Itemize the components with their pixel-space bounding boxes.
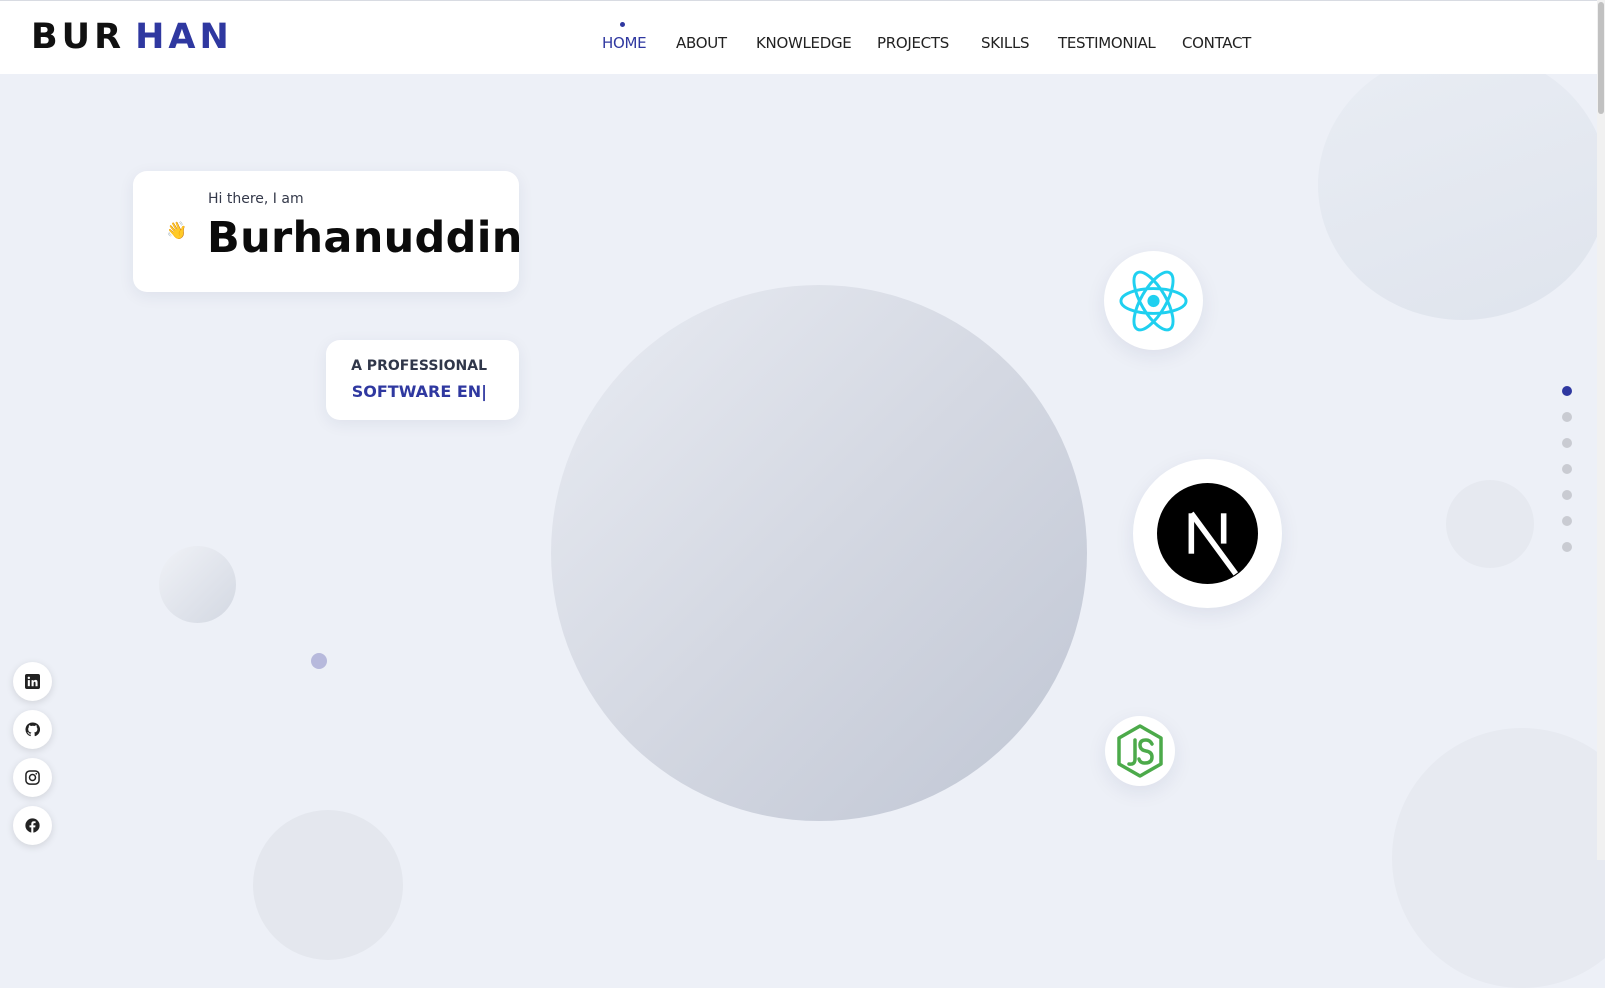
section-dot-5[interactable] [1562,490,1572,500]
instagram-link[interactable] [13,758,52,797]
nav-active-indicator [620,22,625,27]
nodejs-badge [1105,716,1175,786]
section-dot-3[interactable] [1562,438,1572,448]
page-scrollbar[interactable] [1597,0,1605,860]
bg-bubble-tiny-purple [311,653,327,669]
role-typed-text: SOFTWARE EN| [351,382,487,401]
nav-item-about[interactable]: ABOUT [676,34,727,52]
section-dot-1[interactable] [1562,386,1572,396]
brand-logo-part1: BUR [31,17,126,57]
waving-hand-icon: 👋 [166,221,188,240]
github-link[interactable] [13,710,52,749]
react-badge [1104,251,1203,350]
react-icon [1119,270,1188,332]
bg-bubble-bottom-left [253,810,403,960]
section-dot-2[interactable] [1562,412,1572,422]
hero-name: Burhanuddin [207,213,523,263]
linkedin-icon [25,674,40,689]
section-dot-7[interactable] [1562,542,1572,552]
facebook-link[interactable] [13,806,52,845]
nextjs-icon [1157,483,1258,584]
section-pagination [1562,386,1572,556]
brand-logo[interactable]: BUR HAN [31,17,233,57]
navbar: BUR HAN HOME ABOUT KNOWLEDGE PROJECTS SKI… [0,0,1597,74]
nav-item-skills[interactable]: SKILLS [981,34,1030,52]
nav-item-projects[interactable]: PROJECTS [877,34,949,52]
role-prefix: A PROFESSIONAL [351,358,487,374]
facebook-icon [25,818,40,833]
linkedin-link[interactable] [13,662,52,701]
greeting-text: Hi there, I am [208,191,304,207]
nodejs-icon [1117,724,1163,778]
bg-bubble-bottom-right [1392,728,1605,988]
greeting-card: 👋 Hi there, I am Burhanuddin [133,171,522,292]
section-dot-6[interactable] [1562,516,1572,526]
bg-bubble-small-left [159,546,236,623]
section-dot-4[interactable] [1562,464,1572,474]
bg-bubble-large [551,285,1087,821]
nav-item-knowledge[interactable]: KNOWLEDGE [756,34,852,52]
bg-bubble-top-right [1318,50,1605,320]
role-card: A PROFESSIONAL SOFTWARE EN| [326,340,519,420]
nav-item-contact[interactable]: CONTACT [1182,34,1251,52]
brand-logo-part2: HAN [135,17,233,57]
bg-bubble-right-mid [1446,480,1534,568]
instagram-icon [25,770,40,785]
nav-item-home[interactable]: HOME [602,34,647,52]
nav-item-testimonial[interactable]: TESTIMONIAL [1058,34,1156,52]
page-scrollbar-thumb[interactable] [1598,2,1604,114]
nextjs-badge [1133,459,1282,608]
github-icon [25,722,40,737]
